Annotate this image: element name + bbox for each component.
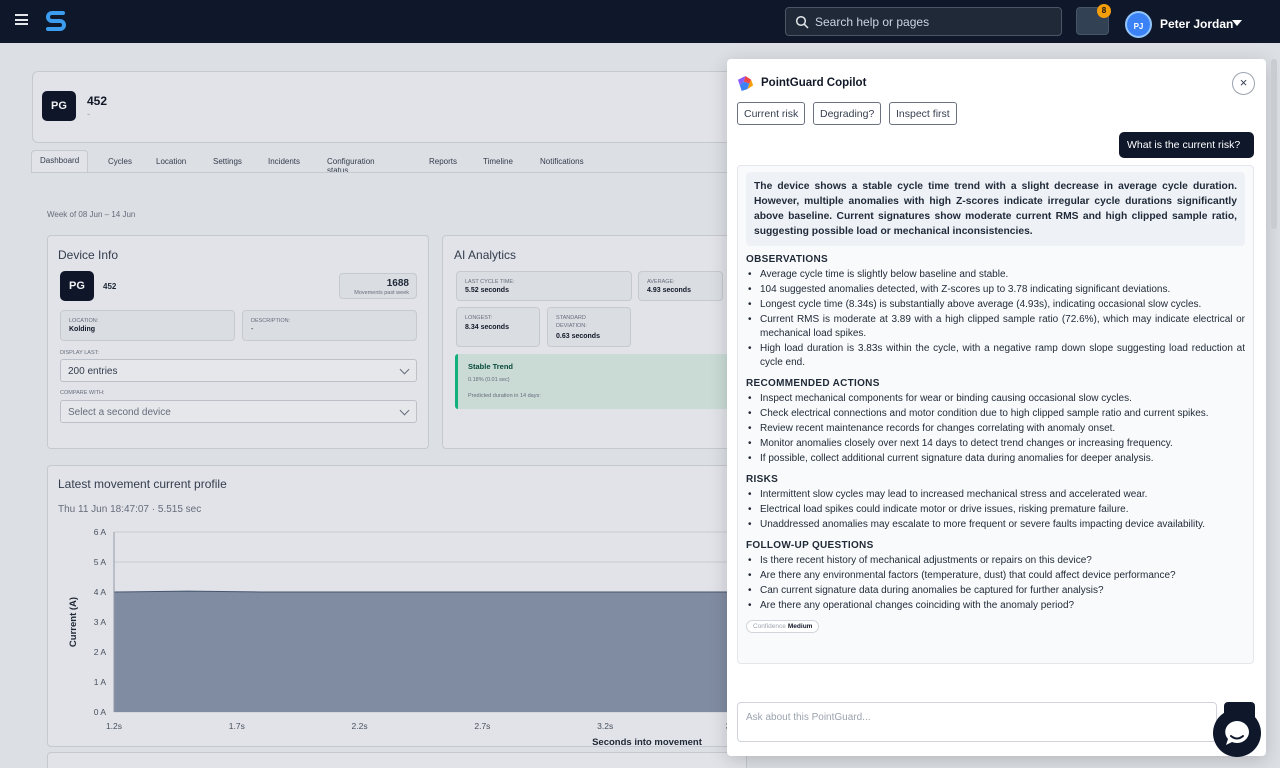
scrollbar[interactable] <box>1270 59 1278 229</box>
search-input[interactable]: Search help or pages <box>785 7 1062 36</box>
confidence-badge: Confidence Medium <box>746 620 820 633</box>
list-item: Review recent maintenance records for ch… <box>746 422 1245 436</box>
copilot-input-placeholder: Ask about this PointGuard... <box>746 712 871 723</box>
copilot-logo-icon <box>737 75 754 92</box>
list-item: Electrical load spikes could indicate mo… <box>746 503 1245 517</box>
section-heading: RISKS <box>746 474 779 485</box>
chip-current-risk[interactable]: Current risk <box>737 102 806 125</box>
section-list: Average cycle time is slightly below bas… <box>746 268 1245 370</box>
chat-icon <box>1225 721 1249 745</box>
list-item: Are there any operational changes coinci… <box>746 599 1245 613</box>
chip-inspect-first[interactable]: Inspect first <box>889 102 957 125</box>
avatar[interactable]: PJ <box>1125 11 1152 38</box>
answer-sections: OBSERVATIONS Average cycle time is slight… <box>746 254 1245 613</box>
section-list: Inspect mechanical components for wear o… <box>746 392 1245 466</box>
chip-degrading[interactable]: Degrading? <box>813 102 882 125</box>
chevron-down-icon[interactable] <box>1232 20 1242 26</box>
confidence-label: Confidence <box>753 623 786 630</box>
section-heading: OBSERVATIONS <box>746 254 828 265</box>
menu-icon[interactable] <box>15 14 28 25</box>
list-item: High load duration is 3.83s within the c… <box>746 342 1245 370</box>
app-logo[interactable] <box>44 9 68 33</box>
list-item: If possible, collect additional current … <box>746 452 1245 466</box>
copilot-panel: PointGuard Copilot × Current risk Degrad… <box>727 59 1266 756</box>
list-item: Monitor anomalies closely over next 14 d… <box>746 437 1245 451</box>
list-item: 104 suggested anomalies detected, with Z… <box>746 283 1245 297</box>
list-item: Average cycle time is slightly below bas… <box>746 268 1245 282</box>
top-navbar: Search help or pages 8 PJ Peter Jordan <box>0 0 1280 43</box>
list-item: Can current signature data during anomal… <box>746 584 1245 598</box>
user-message: What is the current risk? <box>1119 132 1254 158</box>
list-item: Are there any environmental factors (tem… <box>746 569 1245 583</box>
assistant-answer: The device shows a stable cycle time tre… <box>737 165 1254 664</box>
list-item: Inspect mechanical components for wear o… <box>746 392 1245 406</box>
notification-count-badge: 8 <box>1097 4 1111 18</box>
section-heading: FOLLOW-UP QUESTIONS <box>746 540 874 551</box>
search-placeholder: Search help or pages <box>815 15 930 29</box>
copilot-title: PointGuard Copilot <box>761 77 867 89</box>
confidence-value: Medium <box>787 623 813 630</box>
list-item: Longest cycle time (8.34s) is substantia… <box>746 298 1245 312</box>
chat-launcher-button[interactable] <box>1213 709 1261 757</box>
section-list: Intermittent slow cycles may lead to inc… <box>746 488 1245 532</box>
search-icon <box>795 15 809 29</box>
section-list: Is there recent history of mechanical ad… <box>746 554 1245 613</box>
list-item: Is there recent history of mechanical ad… <box>746 554 1245 568</box>
user-name[interactable]: Peter Jordan <box>1160 17 1233 31</box>
notifications-button[interactable]: 8 <box>1076 4 1111 35</box>
list-item: Unaddressed anomalies may escalate to mo… <box>746 518 1245 532</box>
section-heading: RECOMMENDED ACTIONS <box>746 378 880 389</box>
scrollbar-thumb[interactable] <box>1271 59 1277 229</box>
list-item: Intermittent slow cycles may lead to inc… <box>746 488 1245 502</box>
list-item: Current RMS is moderate at 3.89 with a h… <box>746 313 1245 341</box>
list-item: Check electrical connections and motor c… <box>746 407 1245 421</box>
copilot-input[interactable]: Ask about this PointGuard... <box>737 702 1217 742</box>
answer-summary: The device shows a stable cycle time tre… <box>746 172 1245 246</box>
close-icon[interactable]: × <box>1232 72 1255 95</box>
